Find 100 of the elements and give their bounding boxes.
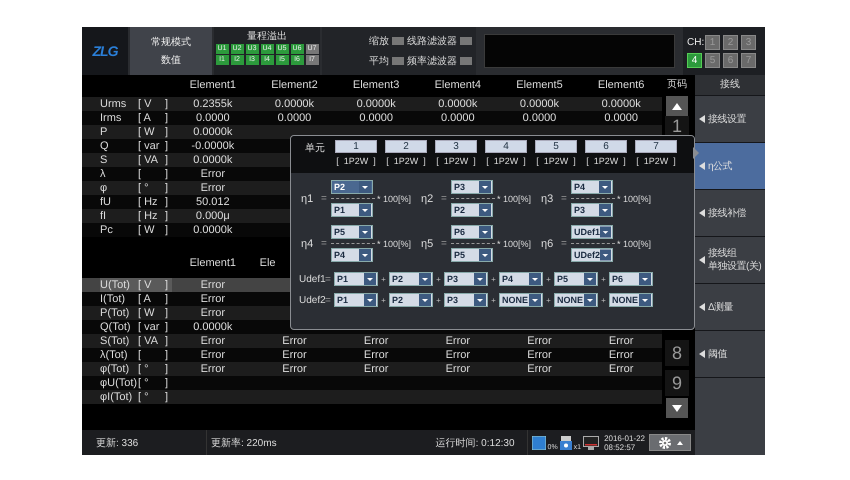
- table-cell-text: Error: [200, 278, 226, 292]
- dropdown[interactable]: P5: [451, 248, 493, 262]
- wiring-label: [ 1P2W ]: [486, 156, 526, 166]
- page-up-button[interactable]: [666, 96, 688, 116]
- dropdown[interactable]: UDef1: [571, 225, 613, 239]
- equals-sign: =: [325, 274, 332, 284]
- sidebar-item[interactable]: 接线补偿: [695, 189, 765, 236]
- sidebar-item[interactable]: 接线组 单独设置(关): [695, 236, 765, 283]
- dropdown[interactable]: P1: [334, 293, 378, 307]
- dropdown[interactable]: P5: [554, 272, 598, 286]
- unit-button[interactable]: 4: [485, 140, 527, 153]
- dropdown[interactable]: P6: [451, 225, 493, 239]
- formula-name: η5: [421, 238, 434, 250]
- table-cell-text: 0.0000: [522, 111, 558, 125]
- unit-label: [ VA: [138, 153, 158, 167]
- dropdown[interactable]: P2: [331, 180, 373, 194]
- monitor-icon: [583, 436, 600, 450]
- wiring-label: [ 1P2W ]: [536, 156, 576, 166]
- unit-button[interactable]: 2: [385, 140, 427, 153]
- unit-button[interactable]: 3: [435, 140, 477, 153]
- table-cell-text: Error: [362, 348, 390, 362]
- channel-button[interactable]: 4: [687, 52, 702, 68]
- caret-icon: [359, 181, 371, 193]
- dropdown[interactable]: P3: [444, 293, 488, 307]
- plus-sign: +: [545, 274, 552, 284]
- caret-icon: [600, 249, 611, 261]
- dropdown[interactable]: NONE: [554, 293, 598, 307]
- table-cell-text: Error: [200, 306, 226, 320]
- gear-icon: [658, 436, 672, 450]
- settings-button[interactable]: [649, 434, 691, 451]
- table-cell-text: Error: [362, 334, 390, 348]
- dropdown[interactable]: P4: [499, 272, 543, 286]
- sidebar-item[interactable]: Δ测量: [695, 283, 765, 330]
- bracket: ]: [164, 167, 168, 181]
- caret-icon: [584, 273, 596, 285]
- wiring-label: [ 1P2W ]: [436, 156, 476, 166]
- caret-icon: [474, 294, 486, 306]
- dropdown[interactable]: P2: [389, 293, 433, 307]
- page-down-button[interactable]: [666, 398, 688, 418]
- dropdown[interactable]: P5: [331, 225, 373, 239]
- sidebar-item[interactable]: 接线设置: [695, 95, 765, 142]
- up-arrow-icon: [672, 102, 682, 110]
- caret-icon: [699, 209, 705, 217]
- caret-icon: [479, 226, 491, 238]
- dropdown[interactable]: P1: [334, 272, 378, 286]
- column-header: Ele: [258, 256, 277, 271]
- table-cell-text: Error: [281, 362, 308, 376]
- formula-factor: * 100[%]: [617, 194, 652, 204]
- page-number[interactable]: 9: [665, 370, 689, 396]
- dropdown[interactable]: P4: [331, 248, 373, 262]
- table-cell-text: Error: [444, 362, 472, 376]
- column-header: Element1: [188, 78, 238, 93]
- caret-icon: [419, 294, 431, 306]
- table-cell-text: Error: [526, 334, 553, 348]
- toggle-label: 线路滤波器: [407, 34, 457, 48]
- dropdown[interactable]: P3: [571, 203, 613, 217]
- update-rate: 更新率: 220ms: [211, 436, 277, 450]
- caret-icon: [474, 273, 486, 285]
- dropdown[interactable]: P2: [389, 272, 433, 286]
- unit-label: [ W: [138, 223, 154, 237]
- row-label: S: [100, 153, 108, 167]
- storage-icon: [532, 436, 546, 450]
- down-arrow-icon: [672, 404, 682, 412]
- dropdown[interactable]: P1: [331, 203, 373, 217]
- bracket: ]: [164, 139, 168, 153]
- dropdown[interactable]: P6: [609, 272, 653, 286]
- unit-button[interactable]: 7: [635, 140, 677, 153]
- equals-sign: =: [561, 193, 568, 204]
- unit-button[interactable]: 6: [585, 140, 627, 153]
- table-cell-text: 0.0000k: [437, 97, 478, 111]
- table-cell-text: Error: [444, 348, 472, 362]
- sidebar-item[interactable]: η公式: [695, 142, 765, 189]
- table-cell-text: 0.0000k: [274, 97, 316, 111]
- row-label: Irms: [100, 111, 122, 125]
- unit-button[interactable]: 5: [535, 140, 577, 153]
- dropdown[interactable]: P2: [451, 203, 493, 217]
- formula-factor: * 100[%]: [617, 238, 652, 248]
- formula-name: η6: [541, 238, 554, 250]
- unit-label: [ var: [138, 139, 160, 153]
- wiring-label: [ 1P2W ]: [336, 156, 376, 166]
- dropdown[interactable]: P3: [444, 272, 488, 286]
- unit-label: [ V: [138, 278, 152, 292]
- caret-icon: [359, 226, 371, 238]
- table-cell-text: 0.0000k: [600, 97, 642, 111]
- caret-icon: [699, 115, 705, 123]
- dropdown[interactable]: UDef2: [571, 248, 613, 262]
- plus-sign: +: [380, 296, 387, 304]
- column-header: Element3: [352, 78, 400, 93]
- dropdown[interactable]: P3: [451, 180, 493, 194]
- dropdown[interactable]: P4: [571, 180, 613, 194]
- page-number[interactable]: 8: [665, 340, 689, 366]
- dropdown[interactable]: NONE: [609, 293, 653, 307]
- row-label: fI: [100, 209, 108, 223]
- column-header: Element2: [270, 78, 319, 93]
- page-number[interactable]: 1: [665, 116, 689, 136]
- sidebar-item[interactable]: 阈值: [695, 330, 765, 377]
- unit-button[interactable]: 1: [335, 140, 377, 153]
- dropdown[interactable]: NONE: [499, 293, 543, 307]
- row-label: Q(Tot): [100, 320, 132, 334]
- row-label: I(Tot): [100, 292, 126, 306]
